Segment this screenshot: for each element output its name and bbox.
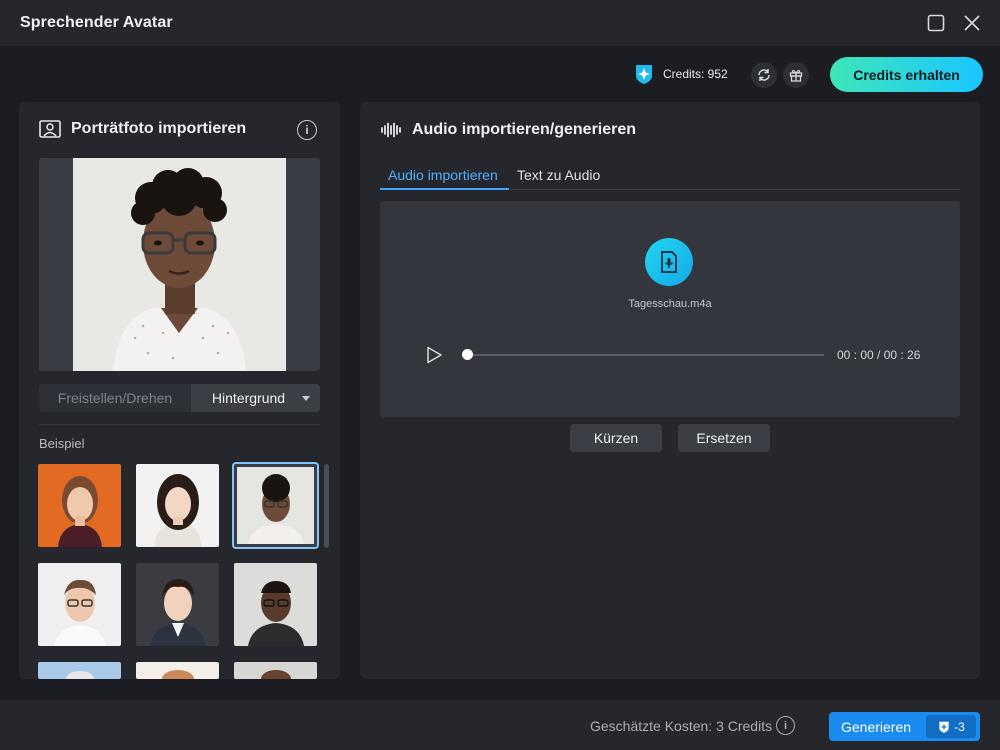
active-tab-indicator: [380, 188, 509, 190]
audio-progress-track[interactable]: [466, 354, 824, 356]
get-credits-button[interactable]: Credits erhalten: [830, 57, 983, 92]
portrait-icon: [39, 120, 61, 138]
example-thumb-8[interactable]: [136, 662, 219, 679]
example-thumb-2[interactable]: [136, 464, 219, 547]
top-bar: Credits: 952 Credits erhalten: [0, 46, 1000, 102]
portrait-preview: [39, 158, 320, 371]
gift-button[interactable]: [783, 62, 809, 88]
maximize-icon: [927, 14, 945, 32]
credits-gem-icon: [939, 721, 949, 733]
example-thumb-4[interactable]: [38, 563, 121, 646]
example-thumb-3-selected[interactable]: [232, 462, 319, 549]
portrait-photo: [73, 158, 286, 371]
generate-button[interactable]: Generieren -3: [829, 712, 980, 741]
replace-button[interactable]: Ersetzen: [678, 424, 770, 452]
audio-tabs: Audio importieren Text zu Audio: [380, 160, 960, 190]
example-thumb-7[interactable]: [38, 662, 121, 679]
audio-file-name: Tagesschau.m4a: [628, 298, 712, 310]
credits-gem-icon: [636, 65, 652, 84]
refresh-icon: [758, 69, 770, 81]
credits-label: Credits: 952: [663, 67, 728, 81]
tab-audio-import[interactable]: Audio importieren: [388, 167, 498, 183]
examples-label: Beispiel: [39, 436, 85, 451]
info-icon: i: [783, 719, 788, 732]
play-icon: [427, 346, 442, 364]
portrait-panel: Porträtfoto importieren i Freistellen/Dr…: [19, 102, 340, 679]
portrait-info-button[interactable]: i: [297, 120, 317, 140]
window-title: Sprechender Avatar: [20, 14, 173, 31]
audio-progress-knob[interactable]: [462, 349, 473, 360]
audio-panel: Audio importieren/generieren Audio impor…: [360, 102, 980, 679]
credits-display: Credits: 952: [632, 62, 728, 86]
cut-button[interactable]: Kürzen: [570, 424, 662, 452]
chevron-down-icon: [302, 396, 310, 401]
close-button[interactable]: [961, 12, 983, 34]
audio-player: Tagesschau.m4a 00 : 00 / 00 : 26: [380, 201, 960, 417]
portrait-options: Freistellen/Drehen Hintergrund: [39, 384, 320, 412]
background-dropdown[interactable]: Hintergrund: [191, 384, 320, 412]
example-thumb-1[interactable]: [38, 464, 121, 547]
portrait-panel-header: Porträtfoto importieren: [39, 120, 246, 138]
estimated-cost-label: Geschätzte Kosten: 3 Credits: [590, 718, 773, 734]
cost-info-button[interactable]: i: [776, 716, 795, 735]
gift-icon: [789, 69, 803, 82]
close-icon: [964, 15, 980, 31]
generate-cost: -3: [954, 719, 965, 734]
divider: [39, 424, 320, 425]
maximize-button[interactable]: [925, 12, 947, 34]
example-thumb-6[interactable]: [234, 563, 317, 646]
generate-label: Generieren: [841, 718, 912, 735]
audio-wave-icon: [381, 122, 401, 138]
tab-text-to-audio[interactable]: Text zu Audio: [517, 167, 600, 183]
audio-panel-title: Audio importieren/generieren: [412, 121, 637, 138]
audio-panel-header: Audio importieren/generieren: [380, 121, 636, 139]
title-bar: Sprechender Avatar: [0, 0, 1000, 46]
refresh-button[interactable]: [751, 62, 777, 88]
generate-cost-badge: -3: [926, 715, 976, 738]
footer-bar: Geschätzte Kosten: 3 Credits i Generiere…: [0, 700, 1000, 750]
info-icon: i: [305, 123, 309, 137]
example-thumb-9[interactable]: [234, 662, 317, 679]
audio-file-icon: [645, 238, 693, 286]
portrait-panel-title: Porträtfoto importieren: [71, 120, 247, 137]
play-button[interactable]: [425, 346, 443, 364]
example-grid: [38, 462, 320, 679]
examples-scrollbar[interactable]: [324, 464, 329, 548]
audio-time: 00 : 00 / 00 : 26: [837, 348, 921, 362]
example-thumb-5[interactable]: [136, 563, 219, 646]
background-dropdown-label: Hintergrund: [211, 390, 286, 406]
crop-rotate-button[interactable]: Freistellen/Drehen: [39, 384, 191, 412]
